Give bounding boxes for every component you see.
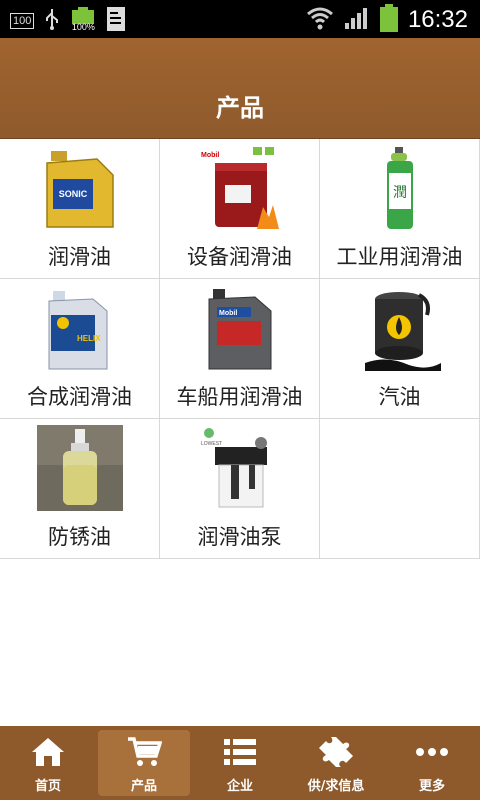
product-item-lubrication-pump[interactable]: LOWEST 润滑油泵	[160, 419, 320, 559]
product-label: 润滑油	[48, 245, 111, 269]
product-label: 车船用润滑油	[176, 385, 303, 409]
clock: 16:32	[407, 6, 468, 33]
svg-text:LOWEST: LOWEST	[201, 441, 222, 447]
battery-charging-icon: 100%	[70, 7, 96, 35]
product-label: 汽油	[378, 385, 421, 409]
product-item-equipment-oil[interactable]: Mobil 设备润滑油	[160, 139, 320, 279]
nav-label: 供/求信息	[307, 779, 365, 794]
svg-text:Mobil: Mobil	[201, 152, 219, 159]
svg-text:潤: 潤	[393, 185, 407, 201]
nav-products[interactable]: 产品	[96, 726, 192, 800]
svg-text:Mobil: Mobil	[219, 310, 237, 317]
oil-jug-gray-icon: Mobil	[197, 285, 283, 371]
product-item-lubricating-oil[interactable]: SONIC 润滑油	[0, 139, 160, 279]
bottom-nav: 首页 产品 企业 供/求信息 更多	[0, 726, 480, 800]
product-item-industrial-oil[interactable]: 潤 工业用润滑油	[320, 139, 480, 279]
page-title: 产品	[216, 94, 264, 122]
signal-icon	[344, 6, 370, 34]
product-label: 合成润滑油	[27, 385, 132, 409]
lubrication-pump-icon: LOWEST	[197, 425, 283, 511]
battery-icon	[379, 4, 398, 36]
product-item-gasoline[interactable]: 汽油	[320, 279, 480, 419]
dropper-bottle-icon	[36, 425, 123, 511]
product-grid: SONIC 润滑油 Mobil 设备润滑油 潤 工业用润滑油 HELIX 合成润…	[0, 139, 480, 559]
nav-company[interactable]: 企业	[192, 726, 288, 800]
list-icon	[222, 736, 258, 768]
svg-text:HELIX: HELIX	[77, 334, 101, 343]
nav-supply-demand[interactable]: 供/求信息	[288, 726, 384, 800]
nav-label: 首页	[34, 779, 61, 794]
nav-more[interactable]: 更多	[384, 726, 480, 800]
nav-label: 产品	[130, 779, 157, 794]
product-label: 工业用润滑油	[336, 245, 463, 269]
cart-icon	[126, 736, 163, 768]
product-item-synthetic-oil[interactable]: HELIX 合成润滑油	[0, 279, 160, 419]
product-item-rust-preventive-oil[interactable]: 防锈油	[0, 419, 160, 559]
nav-home[interactable]: 首页	[0, 726, 96, 800]
app-header: 产品	[0, 38, 480, 139]
more-icon	[414, 736, 450, 768]
product-item-vehicle-ship-oil[interactable]: Mobil 车船用润滑油	[160, 279, 320, 419]
oil-drum-icon: Mobil	[197, 145, 283, 231]
status-bar: 100 100% 16:32	[0, 0, 480, 38]
home-icon	[30, 736, 66, 768]
wifi-icon	[306, 6, 334, 34]
nav-label: 企业	[226, 779, 253, 794]
usb-icon	[44, 7, 60, 35]
spray-can-icon: 潤	[357, 145, 443, 231]
oil-jug-blue-icon: HELIX	[37, 285, 123, 371]
fuel-barrel-icon	[357, 285, 443, 371]
motor-oil-bottle-icon: SONIC	[37, 145, 123, 231]
nav-label: 更多	[418, 779, 445, 794]
empty-cell	[320, 419, 480, 559]
puzzle-icon	[318, 736, 354, 768]
product-label: 设备润滑油	[187, 245, 292, 269]
product-label: 防锈油	[48, 525, 111, 549]
svg-text:SONIC: SONIC	[58, 189, 87, 199]
notification-badge: 100	[10, 13, 35, 29]
product-label: 润滑油泵	[197, 525, 282, 549]
document-icon	[106, 6, 126, 36]
